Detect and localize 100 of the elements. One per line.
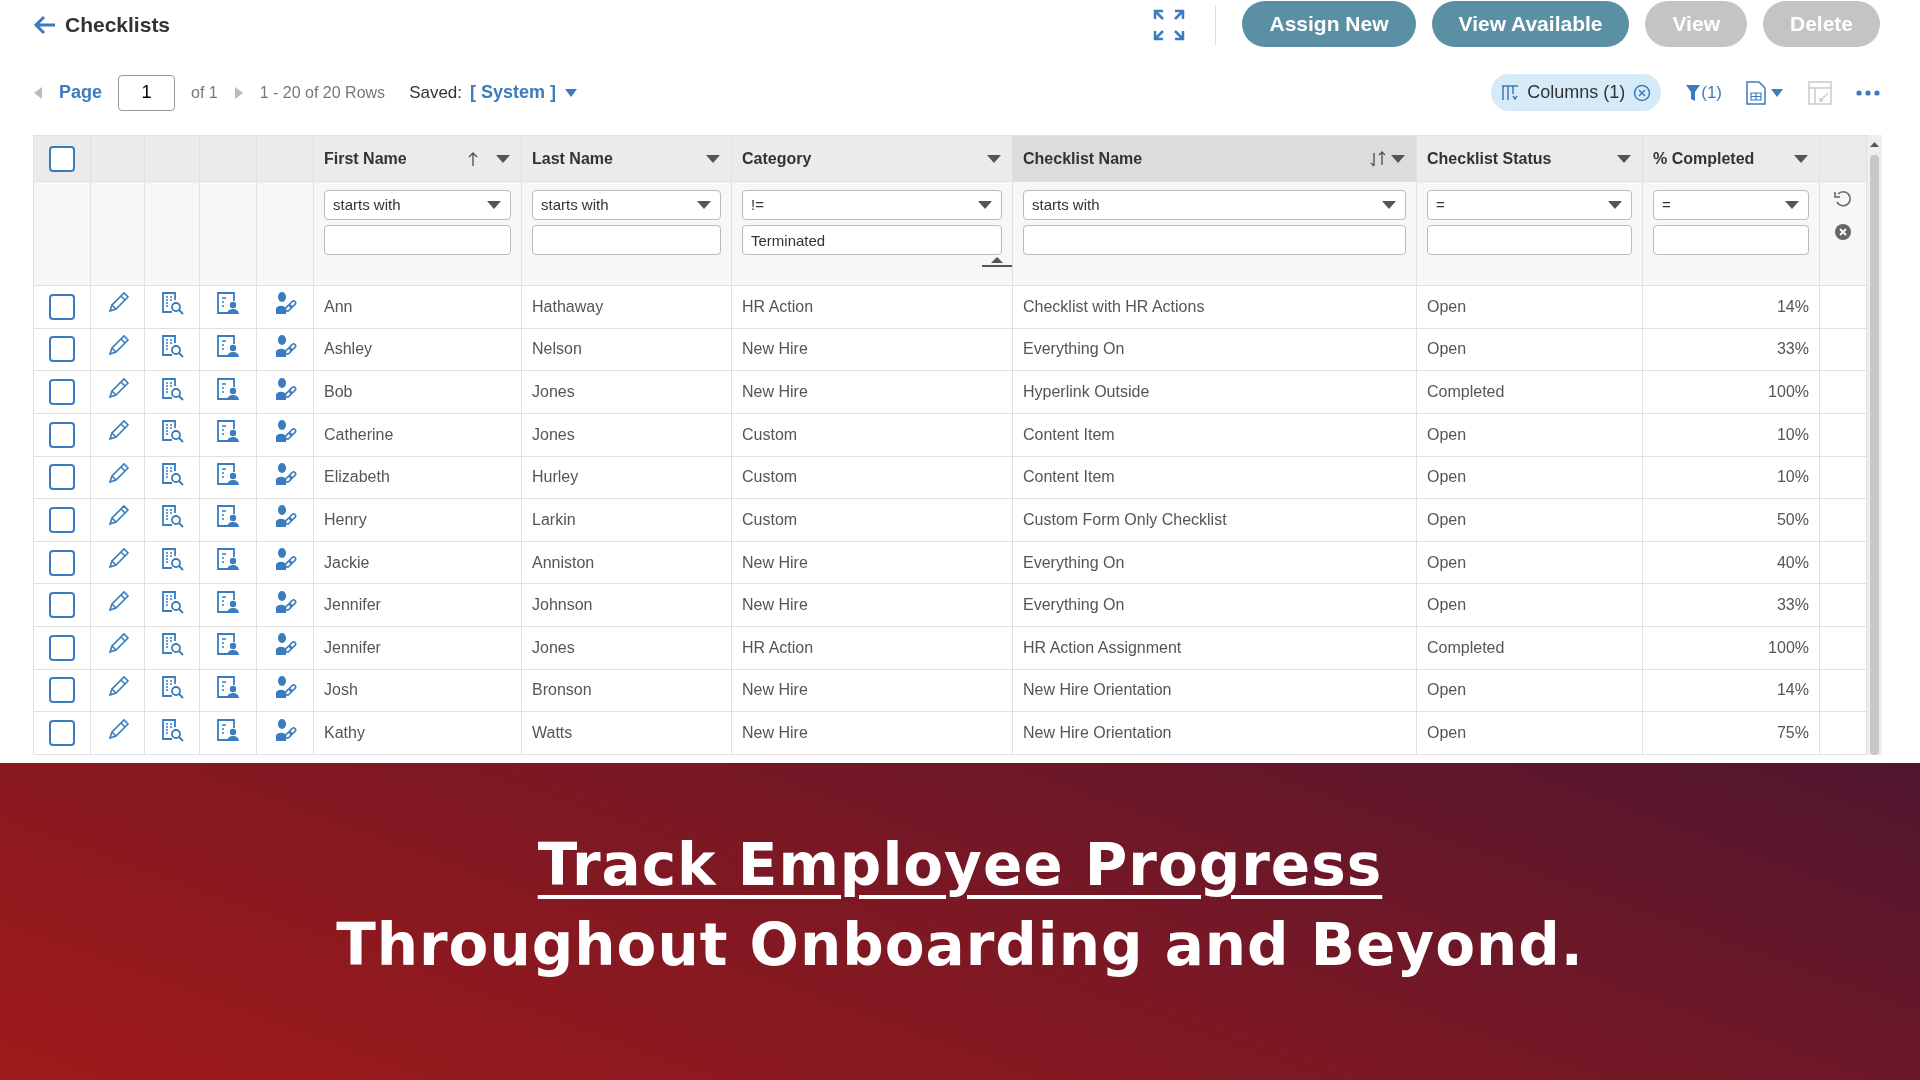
row-checkbox[interactable]	[49, 464, 75, 491]
person-link-icon[interactable]	[273, 461, 297, 486]
caret-icon	[696, 200, 712, 210]
document-person-icon[interactable]	[216, 376, 240, 401]
filter-operator-select[interactable]: =	[1653, 190, 1809, 220]
person-link-icon[interactable]	[273, 291, 297, 316]
document-search-icon[interactable]	[160, 547, 184, 572]
filter-operator-select[interactable]: =	[1427, 190, 1632, 220]
columns-chip[interactable]: Columns (1)	[1491, 74, 1662, 111]
filter-value-input[interactable]: Terminated	[742, 225, 1002, 255]
page-input[interactable]: 1	[118, 74, 176, 111]
person-link-icon[interactable]	[273, 333, 297, 358]
document-search-icon[interactable]	[160, 504, 184, 529]
row-checkbox[interactable]	[49, 506, 75, 533]
table-cell: 100%	[1768, 383, 1809, 401]
column-menu-caret-icon[interactable]	[1390, 153, 1406, 164]
document-person-icon[interactable]	[216, 547, 240, 572]
row-checkbox[interactable]	[49, 379, 75, 406]
filter-value-input[interactable]	[1427, 225, 1632, 255]
row-checkbox[interactable]	[49, 677, 75, 704]
table-cell: 50%	[1776, 510, 1809, 528]
person-link-icon[interactable]	[273, 376, 297, 401]
row-checkbox[interactable]	[49, 634, 75, 661]
scroll-up-icon[interactable]	[1867, 139, 1882, 149]
caret-icon[interactable]	[564, 87, 579, 98]
person-link-icon[interactable]	[273, 419, 297, 444]
row-checkbox[interactable]	[49, 592, 75, 619]
column-menu-caret-icon[interactable]	[986, 153, 1002, 164]
table-cell: New Hire	[742, 596, 808, 614]
filter-value-input[interactable]	[1653, 225, 1809, 255]
document-person-icon[interactable]	[216, 333, 240, 358]
document-person-icon[interactable]	[216, 589, 240, 614]
row-checkbox[interactable]	[49, 293, 75, 320]
table-cell: Jackie	[324, 553, 370, 571]
person-link-icon[interactable]	[273, 589, 297, 614]
document-person-icon[interactable]	[216, 504, 240, 529]
collapse-icon[interactable]	[982, 255, 1012, 267]
back-arrow-icon[interactable]	[33, 15, 57, 35]
filter-operator-select[interactable]: starts with	[1023, 190, 1406, 220]
more-icon[interactable]	[1856, 89, 1880, 96]
document-person-icon[interactable]	[216, 717, 240, 742]
row-checkbox[interactable]	[49, 421, 75, 448]
page-count: of 1	[191, 82, 218, 103]
filter-value-input[interactable]	[324, 225, 511, 255]
undo-icon[interactable]	[1834, 190, 1852, 208]
filter-button[interactable]: (1)	[1685, 79, 1722, 106]
person-link-icon[interactable]	[273, 674, 297, 699]
page-label: Page	[59, 81, 103, 104]
action-button[interactable]: View Available	[1431, 0, 1630, 47]
document-search-icon[interactable]	[160, 589, 184, 614]
document-person-icon[interactable]	[216, 461, 240, 486]
caret-icon	[1784, 200, 1800, 210]
column-menu-caret-icon[interactable]	[1616, 153, 1632, 164]
sort-icon[interactable]	[1370, 150, 1386, 167]
filter-icon	[1685, 83, 1702, 102]
clear-icon[interactable]	[1834, 223, 1852, 241]
person-link-icon[interactable]	[273, 717, 297, 742]
filter-operator-select[interactable]: starts with	[532, 190, 721, 220]
table-cell: New Hire Orientation	[1023, 724, 1172, 742]
scrollbar[interactable]	[1867, 135, 1882, 755]
close-icon[interactable]	[1633, 83, 1652, 102]
row-checkbox[interactable]	[49, 720, 75, 747]
person-link-icon[interactable]	[273, 504, 297, 529]
document-person-icon[interactable]	[216, 419, 240, 444]
document-search-icon[interactable]	[160, 419, 184, 444]
row-checkbox[interactable]	[49, 549, 75, 576]
saved-view-link[interactable]: [ System ]	[470, 79, 557, 106]
document-search-icon[interactable]	[160, 291, 184, 316]
document-search-icon[interactable]	[160, 333, 184, 358]
person-link-icon[interactable]	[273, 632, 297, 657]
select-all-checkbox[interactable]	[49, 145, 75, 172]
document-person-icon[interactable]	[216, 674, 240, 699]
document-search-icon[interactable]	[160, 632, 184, 657]
table-cell: Jones	[532, 638, 575, 656]
filter-value-input[interactable]	[532, 225, 721, 255]
expand-icon[interactable]	[1153, 9, 1186, 41]
caret-icon[interactable]	[1770, 87, 1784, 98]
column-menu-caret-icon[interactable]	[705, 153, 721, 164]
document-search-icon[interactable]	[160, 674, 184, 699]
row-checkbox[interactable]	[49, 336, 75, 363]
document-search-icon[interactable]	[160, 376, 184, 401]
table-cell: Ann	[324, 297, 353, 315]
document-person-icon[interactable]	[216, 291, 240, 316]
document-search-icon[interactable]	[160, 461, 184, 486]
person-link-icon[interactable]	[273, 547, 297, 572]
action-button[interactable]: Assign New	[1242, 0, 1416, 47]
table-cell: Jennifer	[324, 596, 381, 614]
filter-value-input[interactable]	[1023, 225, 1406, 255]
table-cell: Custom	[742, 510, 798, 528]
filter-operator-select[interactable]: !=	[742, 190, 1002, 220]
sort-ascending-icon[interactable]	[467, 150, 479, 167]
spreadsheet-file-icon[interactable]	[1746, 80, 1766, 105]
document-search-icon[interactable]	[160, 717, 184, 742]
column-menu-caret-icon[interactable]	[495, 153, 511, 164]
filter-operator-select[interactable]: starts with	[324, 190, 511, 220]
table-cell: Elizabeth	[324, 468, 390, 486]
column-menu-caret-icon[interactable]	[1793, 153, 1809, 164]
table-cell: New Hire	[742, 724, 808, 742]
document-person-icon[interactable]	[216, 632, 240, 657]
row-count: 1 - 20 of 20 Rows	[259, 82, 386, 103]
